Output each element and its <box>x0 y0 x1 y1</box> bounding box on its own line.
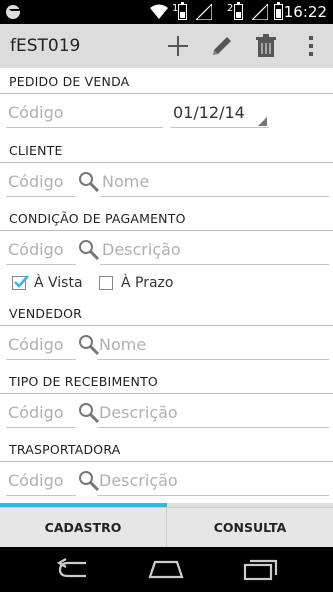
recebimento-codigo-field[interactable]: Código <box>6 400 76 428</box>
section-pagamento-header: CONDIÇÃO DE PAGAMENTO <box>0 205 333 231</box>
recent-apps-icon[interactable] <box>240 557 280 581</box>
signal1-icon <box>196 4 212 20</box>
add-icon <box>168 36 188 56</box>
delete-button[interactable] <box>250 30 282 62</box>
motorola-logo-icon <box>6 5 21 19</box>
cliente-nome-field[interactable]: Nome <box>100 169 329 197</box>
section-vendedor-header: VENDEDOR <box>0 300 333 326</box>
cliente-codigo-field[interactable]: Código <box>6 169 76 197</box>
vendedor-codigo-field[interactable]: Código <box>6 332 76 360</box>
pedido-codigo-field[interactable]: Código <box>6 100 163 128</box>
add-button[interactable] <box>162 30 194 62</box>
battery2-icon <box>234 2 243 20</box>
checkbox-checked-icon <box>12 275 29 290</box>
tab-cadastro[interactable]: CADASTRO <box>0 507 166 547</box>
pedido-date-spinner[interactable]: 01/12/14 <box>171 100 269 128</box>
edit-button[interactable] <box>206 30 238 62</box>
vendedor-nome-field[interactable]: Nome <box>97 332 329 360</box>
delete-icon <box>256 34 276 57</box>
recebimento-descricao-field[interactable]: Descrição <box>97 400 329 428</box>
action-bar: fEST019 <box>0 24 333 68</box>
a-prazo-checkbox[interactable]: À Prazo <box>99 275 173 291</box>
status-bar: 1 2 16:22 <box>0 0 333 24</box>
pedido-date-value: 01/12/14 <box>173 103 245 122</box>
sim2-label: 2 <box>227 3 234 14</box>
section-transportadora-header: TRASPORTADORA <box>0 436 333 462</box>
clock: 16:22 <box>283 3 327 21</box>
a-vista-checkbox[interactable]: À Vista <box>12 275 83 291</box>
system-nav-bar <box>0 547 333 592</box>
checkbox-unchecked-icon <box>99 276 113 290</box>
wifi-icon <box>150 4 168 19</box>
edit-icon <box>213 37 231 55</box>
section-cliente-header: CLIENTE <box>0 137 333 163</box>
signal2-icon <box>252 4 268 20</box>
transportadora-codigo-field[interactable]: Código <box>6 468 76 496</box>
back-icon[interactable] <box>54 557 94 581</box>
battery1-icon <box>178 2 187 20</box>
tab-consulta[interactable]: CONSULTA <box>166 507 333 547</box>
pagamento-descricao-field[interactable]: Descrição <box>100 237 329 265</box>
pagamento-codigo-field[interactable]: Código <box>6 237 76 265</box>
bottom-tabs: CADASTRO CONSULTA <box>0 507 333 547</box>
transportadora-descricao-field[interactable]: Descrição <box>97 468 329 496</box>
home-icon[interactable] <box>146 557 186 581</box>
dropdown-arrow-icon <box>258 117 267 126</box>
search-icon[interactable] <box>78 171 100 193</box>
section-recebimento-header: TIPO DE RECEBIMENTO <box>0 368 333 394</box>
battery-icon <box>274 2 283 20</box>
screen-title: fEST019 <box>10 36 81 56</box>
overflow-menu-icon <box>309 36 313 56</box>
search-icon[interactable] <box>78 239 100 261</box>
overflow-menu-button[interactable] <box>295 30 327 62</box>
section-pedido-header: PEDIDO DE VENDA <box>0 68 333 94</box>
